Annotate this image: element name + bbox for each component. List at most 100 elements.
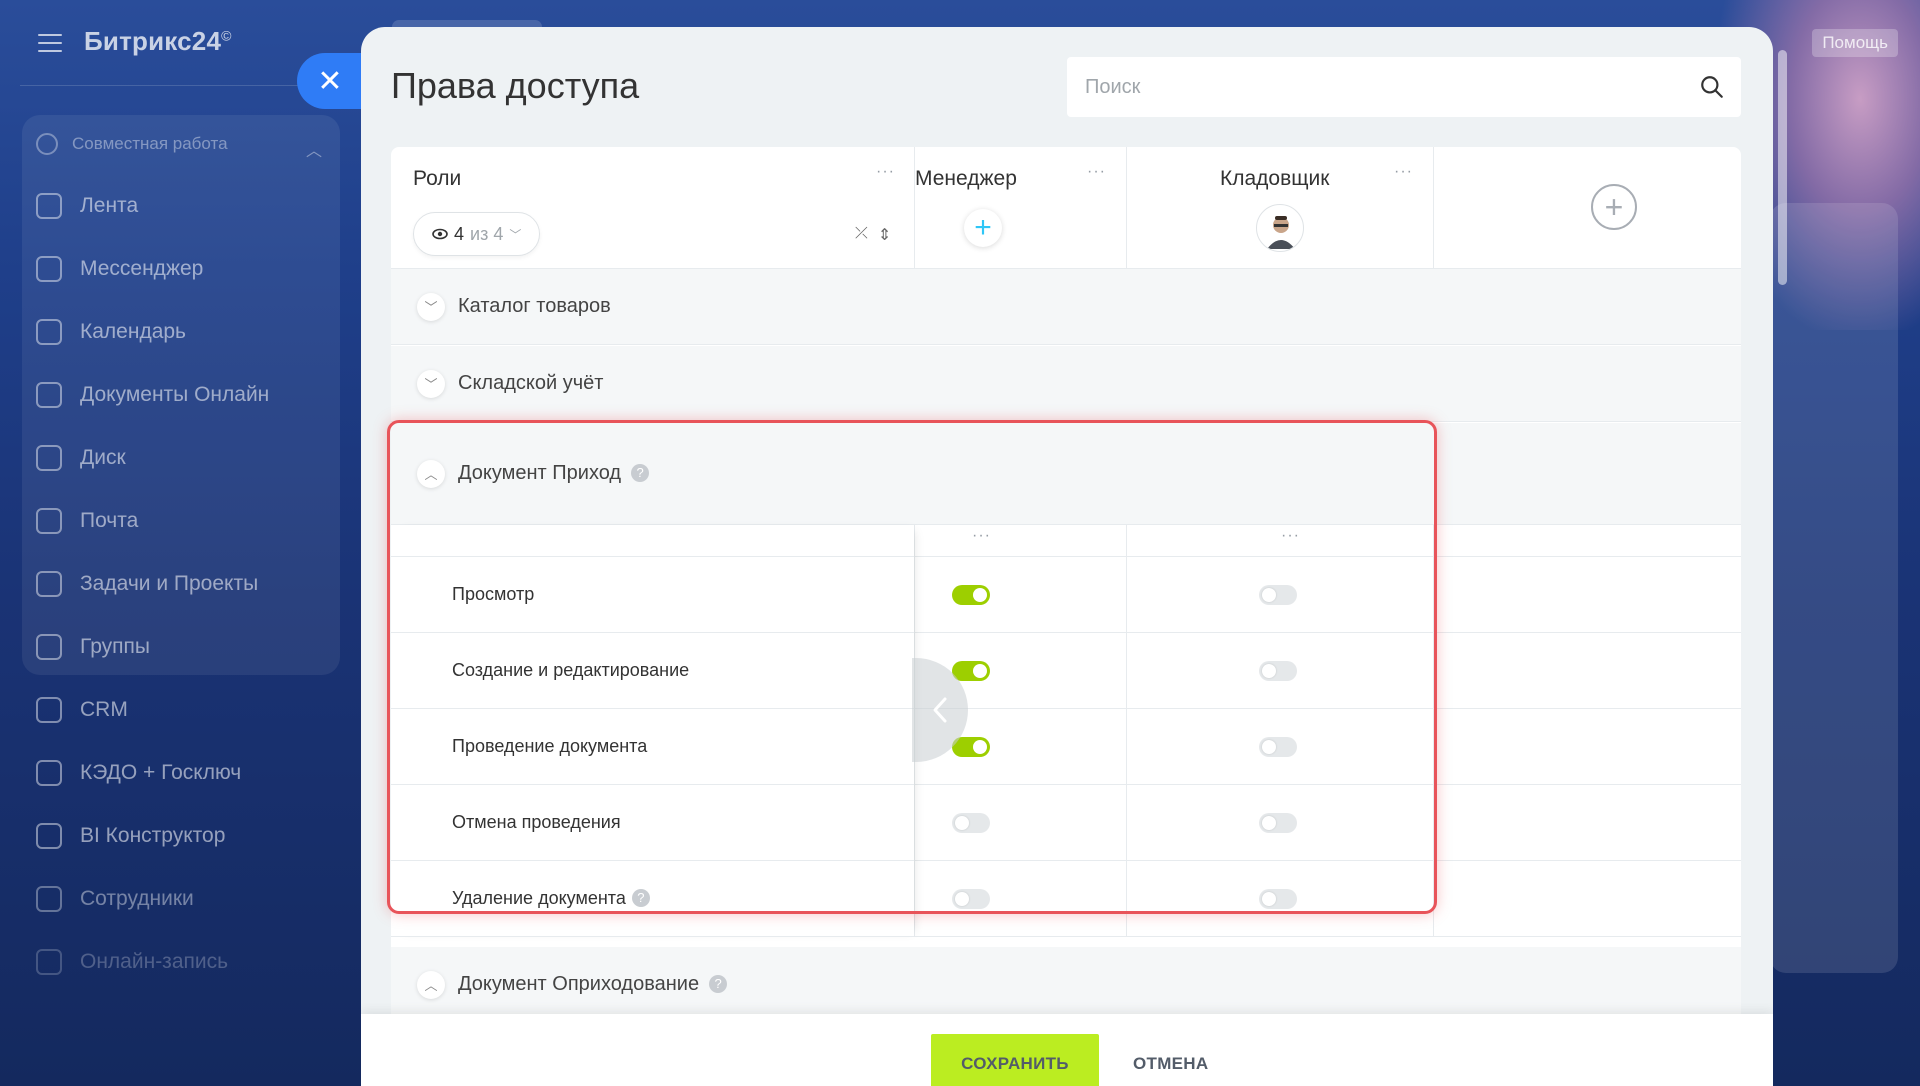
sidebar-item-label: Онлайн-запись: [80, 950, 229, 973]
expand-all-icon[interactable]: ⇕: [878, 225, 891, 245]
sidebar-item[interactable]: Сотрудники: [36, 886, 194, 912]
chevron-down-icon: ﹀: [509, 227, 522, 242]
table-header: Роли ··· 4 из 4 ﹀ ⤫ ⇕ Менеджер ··· + Кла…: [391, 147, 1741, 269]
chevron-down-icon[interactable]: ﹀: [417, 292, 445, 321]
chevron-up-icon[interactable]: ︿: [417, 459, 445, 488]
permission-label-text: Удаление документа: [452, 888, 626, 908]
sidebar-item-label: Почта: [80, 509, 139, 532]
role-menu-dots-icon[interactable]: ···: [1394, 163, 1413, 181]
section-title: Документ Приход?: [458, 462, 650, 485]
permission-label-text: Создание и редактирование: [452, 660, 690, 680]
footer-bar: СОХРАНИТЬ ОТМЕНА: [361, 1014, 1773, 1086]
column-divider: [1433, 147, 1434, 269]
chevron-down-icon[interactable]: ﹀: [417, 369, 445, 398]
sidebar-item-label: Документы Онлайн: [80, 383, 270, 406]
help-icon[interactable]: ?: [709, 975, 728, 993]
background-card: [1770, 203, 1898, 973]
roles-menu-dots-icon[interactable]: ···: [876, 163, 895, 181]
permission-row: Отмена проведения: [391, 785, 1741, 861]
search-input[interactable]: [1083, 57, 1683, 117]
role-menu-dots-icon[interactable]: ···: [1087, 163, 1106, 181]
permission-toggle[interactable]: [1259, 889, 1297, 909]
section-row-catalog[interactable]: ﹀ Каталог товаров: [391, 269, 1741, 345]
help-icon[interactable]: ?: [631, 889, 650, 907]
column-menu-dots-icon[interactable]: ···: [972, 527, 991, 545]
column-divider: [1126, 147, 1127, 269]
role-name-manager[interactable]: Менеджер: [915, 167, 1017, 191]
section-row-warehouse[interactable]: ﹀ Складской учёт: [391, 346, 1741, 422]
roles-visibility-counter[interactable]: 4 из 4 ﹀: [413, 212, 541, 256]
mail-icon: [36, 508, 62, 534]
sidebar-item[interactable]: CRM: [36, 697, 128, 723]
permission-row: Создание и редактирование: [391, 633, 1741, 709]
toggle-knob: [973, 740, 987, 754]
roles-table: Роли ··· 4 из 4 ﹀ ⤫ ⇕ Менеджер ··· + Кла…: [391, 147, 1741, 1027]
groups-icon: [36, 634, 62, 660]
toggle-knob: [973, 588, 987, 602]
search-box[interactable]: [1067, 57, 1741, 117]
column-menu-dots-icon[interactable]: ···: [1281, 527, 1300, 545]
sidebar-item[interactable]: Диск: [36, 445, 126, 471]
access-rights-panel: Права доступа Роли ··· 4 из 4 ﹀ ⤫ ⇕ Мене…: [361, 27, 1773, 1086]
sidebar-item[interactable]: Мессенджер: [36, 256, 203, 282]
permission-toggle[interactable]: [952, 813, 990, 833]
collapse-all-icon[interactable]: ⤫: [855, 225, 868, 245]
chevron-up-icon[interactable]: ︿: [306, 137, 322, 161]
sidebar-item[interactable]: Почта: [36, 508, 138, 534]
sidebar-item[interactable]: Календарь: [36, 319, 186, 345]
permission-label: Проведение документа: [452, 736, 647, 757]
toggle-knob: [973, 664, 987, 678]
sidebar-divider: [20, 85, 340, 86]
collapse-expand-controls[interactable]: ⤫ ⇕: [855, 225, 891, 245]
toggle-knob: [1262, 816, 1276, 830]
permission-toggle[interactable]: [952, 889, 990, 909]
permission-toggle[interactable]: [1259, 585, 1297, 605]
column-divider: [914, 147, 915, 269]
cancel-button[interactable]: ОТМЕНА: [1119, 1034, 1222, 1086]
feed-icon: [36, 193, 62, 219]
app-logo[interactable]: Битрикс24©: [84, 26, 232, 57]
panel-scrollbar[interactable]: [1778, 50, 1787, 285]
sidebar-item[interactable]: Документы Онлайн: [36, 382, 269, 408]
permission-toggle[interactable]: [952, 585, 990, 605]
section-title: Складской учёт: [458, 372, 604, 394]
employees-icon: [36, 886, 62, 912]
sidebar-item[interactable]: Онлайн-запись: [36, 949, 228, 975]
section-row-receipt-document[interactable]: ︿ Документ Приход?: [391, 423, 1741, 525]
menu-burger-icon[interactable]: [38, 34, 62, 52]
sidebar-item[interactable]: BI Конструктор: [36, 823, 225, 849]
sidebar-item-label: Мессенджер: [80, 257, 204, 280]
help-button[interactable]: Помощь: [1812, 29, 1898, 57]
column-divider: [1126, 525, 1127, 937]
role-name-storekeeper[interactable]: Кладовщик: [1220, 167, 1329, 191]
sidebar-item[interactable]: КЭДО + Госключ: [36, 760, 241, 786]
page-title: Права доступа: [391, 65, 640, 106]
section-title: Документ Оприходование?: [458, 973, 728, 996]
kedo-icon: [36, 760, 62, 786]
permission-row: Просмотр: [391, 557, 1741, 633]
search-icon[interactable]: [1699, 74, 1725, 100]
permission-toggle[interactable]: [1259, 661, 1297, 681]
save-button[interactable]: СОХРАНИТЬ: [931, 1034, 1099, 1086]
permission-toggle[interactable]: [1259, 737, 1297, 757]
sidebar-item[interactable]: Группы: [36, 634, 150, 660]
sidebar-item-label: Диск: [80, 446, 126, 469]
permission-toggle[interactable]: [1259, 813, 1297, 833]
crm-icon: [36, 697, 62, 723]
chevron-up-icon[interactable]: ︿: [417, 970, 445, 999]
column-divider: [1433, 525, 1434, 937]
section-row-capitalization-document[interactable]: ︿ Документ Оприходование?: [391, 947, 1741, 1023]
logo-text: Битрикс24: [84, 26, 222, 56]
add-role-button[interactable]: +: [1591, 184, 1637, 230]
avatar[interactable]: [1256, 204, 1304, 252]
sidebar-item[interactable]: Лента: [36, 193, 138, 219]
sidebar-item-label: Задачи и Проекты: [80, 572, 259, 595]
close-slider-button[interactable]: ✕: [297, 53, 363, 109]
permission-label-text: Просмотр: [452, 584, 535, 604]
help-icon[interactable]: ?: [631, 464, 650, 482]
add-member-button[interactable]: +: [964, 209, 1002, 247]
messenger-icon: [36, 256, 62, 282]
nav-section-collaboration[interactable]: Совместная работа ︿: [36, 133, 322, 160]
sidebar-item-label: Лента: [80, 194, 139, 217]
sidebar-item[interactable]: Задачи и Проекты: [36, 571, 258, 597]
